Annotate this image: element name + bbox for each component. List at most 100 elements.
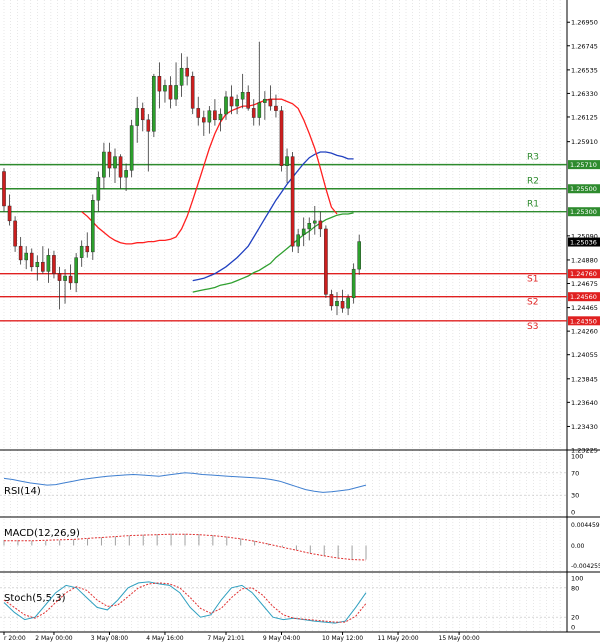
time-tick-label: 10 May 12:00 [322, 635, 363, 642]
candle-body [129, 125, 134, 171]
price-tick-label: 1.26330 [571, 90, 598, 98]
time-tick-label: r 20:00 [4, 635, 26, 642]
candle-body [268, 98, 273, 107]
price-tick-label: 1.24465 [571, 304, 598, 312]
level-name-r3: R3 [527, 153, 539, 163]
level-name-s2: S2 [527, 298, 538, 308]
candle-body [185, 67, 189, 77]
candle-body [79, 245, 84, 258]
candle-body [296, 234, 300, 247]
candle-body [307, 222, 312, 230]
stoch-tick-label: 100 [571, 575, 583, 583]
level-price-label: 1.25500 [570, 185, 597, 193]
macd-tick-label: 0.00 [571, 543, 585, 550]
candle-body [340, 301, 345, 309]
rsi-tick-label: 70 [571, 469, 579, 477]
candle-body [257, 102, 262, 118]
candle-body [18, 245, 23, 261]
stoch-tick-label: 80 [571, 584, 579, 592]
time-tick-label: 4 May 16:00 [146, 635, 184, 642]
level-name-s1: S1 [527, 275, 538, 285]
candle-body [274, 105, 278, 111]
candle-body [357, 241, 362, 270]
candle-body [224, 96, 228, 115]
price-tick-label: 1.26745 [571, 42, 598, 50]
candle-body [107, 151, 112, 169]
candle-body [346, 297, 350, 309]
candle-body [35, 262, 40, 268]
rsi-title: RSI(14) [4, 486, 41, 497]
candle-body [201, 117, 206, 123]
candle-body [124, 170, 128, 178]
candle-body [102, 151, 106, 178]
candle-body [24, 252, 29, 261]
time-tick-label: 7 May 21:01 [207, 635, 245, 642]
candle-body [146, 119, 151, 132]
time-tick-label: 3 May 08:00 [91, 635, 129, 642]
price-tick-label: 1.24055 [571, 351, 598, 359]
time-tick-label: 2 May 00:00 [35, 635, 73, 642]
price-tick-label: 1.26950 [571, 19, 598, 27]
candle-body [263, 98, 267, 103]
stoch-tick-label: 20 [571, 614, 579, 622]
level-price-label: 1.24560 [570, 293, 597, 301]
trading-chart: 1.26950 1.26745 1.26535 1.26330 1.26125 1.259… [0, 0, 600, 644]
ma-slow-line [192, 212, 354, 293]
candle-body [46, 255, 51, 272]
candle-body [2, 171, 6, 207]
stoch-tick-label: 0 [571, 624, 575, 632]
price-tick-label: 1.23430 [571, 423, 598, 431]
candle-body [179, 67, 184, 86]
candle-body [96, 177, 101, 201]
candle-body [140, 108, 145, 121]
macd-title: MACD(12,26,9) [4, 528, 80, 539]
time-tick-label: 11 May 20:00 [377, 635, 418, 642]
candle-body [135, 108, 140, 126]
candle-body [163, 85, 167, 92]
rsi-tick-label: 30 [571, 492, 579, 500]
candle-body [324, 228, 328, 295]
candle-body [235, 98, 239, 107]
price-tick-label: 1.24675 [571, 280, 598, 288]
candle-body [41, 262, 45, 272]
rsi-tick-label: 100 [571, 453, 583, 461]
candle-body [318, 220, 323, 230]
price-tick-label: 1.23845 [571, 375, 598, 383]
candle-body [240, 92, 245, 100]
candle-body [213, 110, 217, 121]
candle-body [29, 252, 34, 268]
candle-body [74, 257, 78, 284]
candle-body [118, 156, 123, 178]
price-tick-label: 1.23640 [571, 399, 598, 407]
level-price-label: 1.24350 [570, 317, 597, 325]
candle-body [251, 108, 256, 118]
level-price-label: 1.24760 [570, 270, 597, 278]
candle-body [168, 85, 173, 100]
candle-body [90, 200, 95, 253]
candle-body [279, 110, 284, 166]
price-tick-label: 1.24880 [571, 256, 598, 264]
candle-body [68, 275, 73, 284]
macd-tick-label: 0.004459 [571, 522, 600, 529]
candle-body [301, 228, 306, 235]
candle-body [290, 156, 295, 247]
candle-body [52, 255, 56, 274]
rsi-tick-label: 0 [571, 509, 575, 517]
level-name-s3: S3 [527, 322, 538, 332]
candle-body [351, 268, 356, 299]
level-name-r1: R1 [527, 200, 539, 210]
candle-body [113, 156, 117, 169]
level-name-r2: R2 [527, 177, 539, 187]
level-price-label: 1.25300 [570, 208, 597, 216]
current-price-label: 1.25036 [570, 239, 597, 247]
price-tick-label: 1.26125 [571, 113, 598, 121]
candle-body [196, 108, 201, 118]
price-tick-label: 1.24260 [571, 328, 598, 336]
price-tick-label: 1.25910 [571, 138, 598, 146]
candle-body [329, 294, 334, 307]
candle-body [218, 113, 223, 121]
candle-body [85, 245, 90, 253]
candle-body [207, 110, 212, 123]
time-tick-label: 15 May 00:00 [439, 635, 480, 642]
candle-body [7, 205, 12, 222]
